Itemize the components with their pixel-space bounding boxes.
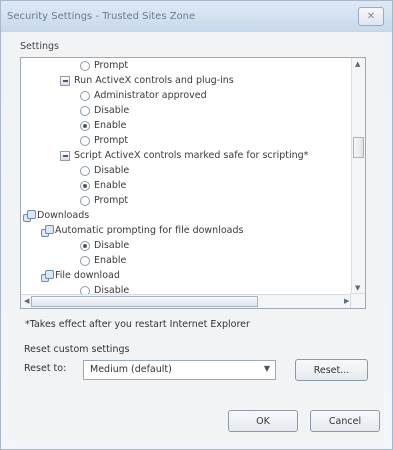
radio-icon[interactable] xyxy=(80,196,90,206)
setting-label: Prompt xyxy=(94,135,129,146)
reset-level-value: Medium (default) xyxy=(90,364,172,375)
folder-icon xyxy=(60,151,70,161)
radio-icon[interactable] xyxy=(80,181,90,191)
setting-label: Disable xyxy=(94,285,130,294)
reset-level-select[interactable]: Medium (default) ▼ xyxy=(83,360,276,380)
ok-button[interactable]: OK xyxy=(228,410,298,432)
radio-icon[interactable] xyxy=(80,241,90,251)
radio-icon[interactable] xyxy=(80,286,90,294)
setting-label: Automatic prompting for file downloads xyxy=(55,225,244,236)
setting-label: Downloads xyxy=(37,210,90,221)
reset-button[interactable]: Reset... xyxy=(295,359,368,381)
setting-label: Enable xyxy=(94,120,127,131)
setting-label: Prompt xyxy=(94,60,129,71)
reset-to-label: Reset to: xyxy=(24,363,67,374)
setting-label: Prompt xyxy=(94,195,129,206)
setting-label: File download xyxy=(55,270,120,281)
scroll-down-icon[interactable]: ▼ xyxy=(355,284,360,292)
folder-icon xyxy=(60,76,70,86)
vertical-scrollbar[interactable]: ▲ ▼ xyxy=(351,58,365,294)
setting-label: Enable xyxy=(94,255,127,266)
setting-label: Disable xyxy=(94,240,130,251)
radio-icon[interactable] xyxy=(80,61,90,71)
scroll-up-icon[interactable]: ▲ xyxy=(355,60,360,68)
settings-list[interactable]: Prompt Run ActiveX controls and plug-ins A… xyxy=(20,57,366,309)
reset-section-label: Reset custom settings xyxy=(24,344,130,355)
restart-note: *Takes effect after you restart Internet… xyxy=(25,319,250,330)
radio-icon[interactable] xyxy=(80,136,90,146)
setting-label: Run ActiveX controls and plug-ins xyxy=(74,75,234,86)
setting-label: Disable xyxy=(94,105,130,116)
settings-icon xyxy=(23,210,36,222)
chevron-down-icon: ▼ xyxy=(263,364,270,373)
radio-icon[interactable] xyxy=(80,91,90,101)
scroll-thumb[interactable] xyxy=(353,137,364,158)
horizontal-scroll-thumb[interactable] xyxy=(31,296,258,307)
radio-icon[interactable] xyxy=(80,121,90,131)
setting-label: Administrator approved xyxy=(94,90,207,101)
settings-label: Settings xyxy=(20,41,59,52)
settings-rows: Prompt Run ActiveX controls and plug-ins A… xyxy=(21,58,351,294)
scroll-corner xyxy=(350,293,365,308)
scroll-right-icon[interactable]: ▶ xyxy=(344,297,349,305)
radio-icon[interactable] xyxy=(80,256,90,266)
radio-icon[interactable] xyxy=(80,106,90,116)
cancel-button[interactable]: Cancel xyxy=(310,410,380,432)
title-bar: Security Settings - Trusted Sites Zone ✕ xyxy=(1,1,392,31)
radio-icon[interactable] xyxy=(80,166,90,176)
setting-label: Disable xyxy=(94,165,130,176)
window-title: Security Settings - Trusted Sites Zone xyxy=(7,11,196,22)
settings-icon xyxy=(41,270,54,282)
settings-icon xyxy=(41,225,54,237)
horizontal-scrollbar[interactable]: ◀ ▶ xyxy=(21,294,351,308)
setting-label: Script ActiveX controls marked safe for … xyxy=(74,150,309,161)
setting-label: Enable xyxy=(94,180,127,191)
scroll-left-icon[interactable]: ◀ xyxy=(24,297,29,305)
close-button[interactable]: ✕ xyxy=(358,7,384,26)
